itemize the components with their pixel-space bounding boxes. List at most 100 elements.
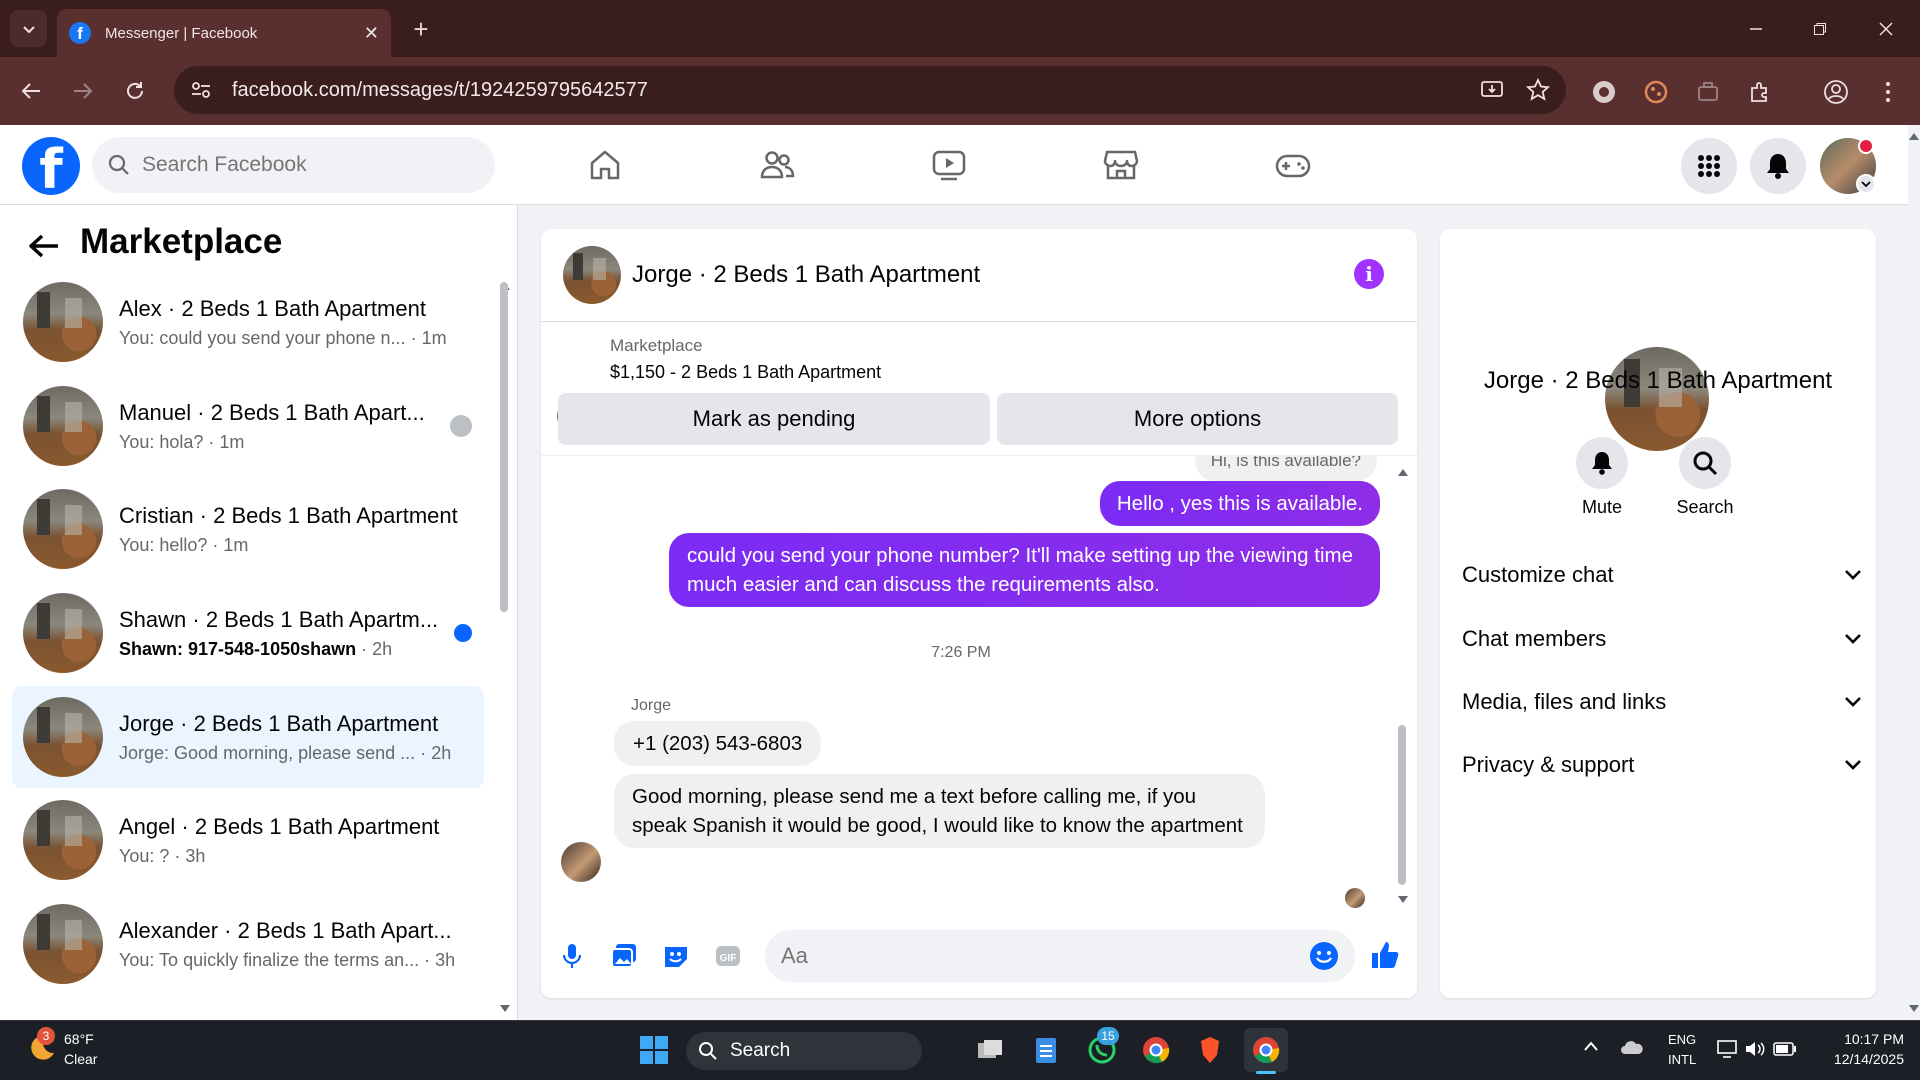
conversation-preview: You: ? · 3h [119, 845, 206, 866]
chat-scroll-down-icon[interactable] [1397, 895, 1409, 905]
conversation-item[interactable]: Cristian · 2 Beds 1 Bath Apartment You: h… [12, 478, 484, 580]
conversation-item[interactable]: Shawn · 2 Beds 1 Bath Apartm... Shawn: 91… [12, 582, 484, 684]
clock-time[interactable]: 10:17 PM [1822, 1031, 1904, 1047]
sticker-icon[interactable] [660, 940, 692, 972]
chat-avatar[interactable] [563, 246, 621, 304]
chat-details-panel [1440, 229, 1876, 998]
chat-scrollbar[interactable] [1398, 725, 1406, 885]
message-composer[interactable] [765, 930, 1355, 982]
conversation-preview: You: To quickly finalize the terms an...… [119, 949, 456, 970]
nav-gaming[interactable] [1233, 142, 1353, 188]
minimize-button[interactable] [1736, 14, 1776, 44]
gif-icon[interactable]: GIF [712, 940, 744, 972]
weather-temp[interactable]: 68°F [64, 1031, 94, 1047]
microphone-icon[interactable] [556, 940, 588, 972]
conversation-item[interactable]: Alexander · 2 Beds 1 Bath Apart... You: T… [12, 893, 484, 995]
thumbs-up-icon[interactable] [1367, 937, 1403, 973]
page-scrollbar[interactable] [1908, 125, 1920, 1020]
details-avatar[interactable] [1605, 347, 1709, 451]
facebook-search-bar[interactable] [92, 137, 495, 193]
outgoing-message[interactable]: Hello , yes this is available. [1099, 481, 1380, 526]
chat-title[interactable]: Jorge · 2 Beds 1 Bath Apartment [632, 261, 980, 289]
account-chevron-icon[interactable] [1856, 174, 1876, 194]
nav-friends[interactable] [717, 142, 837, 188]
mute-button[interactable] [1576, 437, 1628, 489]
preview-text: You: could you send your phone n... [119, 327, 406, 348]
incoming-message[interactable]: +1 (203) 543-6803 [614, 721, 822, 766]
scroll-down-arrow-icon[interactable] [499, 1004, 511, 1014]
extension-record-icon[interactable] [1588, 76, 1620, 108]
conversation-item[interactable]: Manuel · 2 Beds 1 Bath Apart... You: hola… [12, 375, 484, 477]
conversation-item[interactable]: Alex · 2 Beds 1 Bath Apartment You: could… [12, 271, 484, 373]
nav-marketplace[interactable] [1061, 142, 1181, 188]
browser-menu-icon[interactable] [1872, 76, 1904, 108]
network-icon[interactable] [1717, 1040, 1739, 1058]
facebook-search-input[interactable] [142, 153, 462, 177]
chrome-icon[interactable] [1134, 1028, 1178, 1072]
address-bar[interactable]: facebook.com/messages/t/1924259795642577 [174, 66, 1566, 114]
taskbar-search-label: Search [730, 1040, 791, 1061]
browser-tab[interactable]: f Messenger | Facebook ✕ [57, 9, 391, 57]
preview-time: 1m [421, 327, 447, 348]
extension-cookie-icon[interactable] [1640, 76, 1672, 108]
extension-briefcase-icon[interactable] [1692, 76, 1724, 108]
message-timestamp: 7:26 PM [931, 644, 991, 661]
close-window-button[interactable] [1866, 14, 1906, 44]
facebook-logo-icon[interactable]: f [22, 137, 80, 195]
conversation-list-scrollbar[interactable] [500, 282, 508, 612]
tray-chevron-up-icon[interactable] [1583, 1040, 1599, 1052]
brave-icon[interactable] [1188, 1028, 1232, 1072]
tab-close-icon[interactable]: ✕ [364, 23, 379, 44]
message-input[interactable] [781, 943, 1309, 969]
details-section[interactable]: Privacy & support [1462, 743, 1862, 787]
battery-icon[interactable] [1773, 1042, 1797, 1056]
section-label: Media, files and links [1462, 689, 1667, 714]
start-button[interactable] [632, 1028, 676, 1072]
listing-title[interactable]: $1,150 - 2 Beds 1 Bath Apartment [610, 362, 881, 383]
mark-as-pending-button[interactable]: Mark as pending [558, 393, 990, 445]
tab-search-button[interactable] [10, 10, 47, 47]
volume-icon[interactable] [1744, 1040, 1766, 1058]
menu-button[interactable] [1681, 138, 1737, 194]
new-tab-button[interactable]: + [404, 10, 438, 48]
conversation-item[interactable]: Angel · 2 Beds 1 Bath Apartment You: ? · … [12, 789, 484, 891]
reload-button[interactable] [116, 72, 154, 110]
page-scroll-down-icon[interactable] [1908, 1004, 1920, 1014]
details-section[interactable]: Chat members [1462, 617, 1862, 661]
search-label: Search [1676, 497, 1734, 517]
details-section[interactable]: Media, files and links [1462, 680, 1862, 724]
panel-title: Marketplace [80, 222, 283, 261]
conversation-preview: Jorge: Good morning, please send ... · 2… [119, 742, 452, 763]
back-arrow-icon[interactable] [28, 232, 60, 260]
weather-desc[interactable]: Clear [64, 1051, 97, 1067]
task-view-icon[interactable] [968, 1028, 1012, 1072]
chrome-profile-icon[interactable] [1244, 1028, 1288, 1072]
forward-button[interactable] [64, 72, 102, 110]
info-icon[interactable]: i [1354, 259, 1384, 289]
notepad-icon[interactable] [1024, 1028, 1068, 1072]
photo-icon[interactable] [608, 940, 640, 972]
search-in-chat-button[interactable] [1679, 437, 1731, 489]
onedrive-icon[interactable] [1620, 1038, 1644, 1056]
url-text[interactable]: facebook.com/messages/t/1924259795642577 [232, 79, 1480, 102]
more-options-button[interactable]: More options [997, 393, 1398, 445]
back-button[interactable] [12, 72, 50, 110]
profile-icon[interactable] [1820, 76, 1852, 108]
chat-scroll-up-icon[interactable] [1397, 467, 1409, 477]
language-indicator[interactable]: ENG [1668, 1032, 1696, 1047]
restore-button[interactable] [1800, 14, 1840, 44]
incoming-message[interactable]: Good morning, please send me a text befo… [614, 774, 1265, 848]
taskbar-search[interactable]: Search [686, 1032, 922, 1070]
notifications-button[interactable] [1750, 138, 1806, 194]
keyboard-layout-indicator[interactable]: INTL [1668, 1052, 1696, 1067]
message-thread[interactable]: Hi, is this available? Hello , yes this … [541, 455, 1417, 910]
whatsapp-badge: 15 [1097, 1027, 1119, 1045]
nav-watch[interactable] [889, 142, 1009, 188]
sender-avatar[interactable] [561, 842, 601, 882]
details-section[interactable]: Customize chat [1462, 553, 1862, 597]
nav-home[interactable] [545, 142, 665, 188]
extensions-puzzle-icon[interactable] [1744, 76, 1776, 108]
conversation-item[interactable]: Jorge · 2 Beds 1 Bath Apartment Jorge: Go… [12, 686, 484, 788]
outgoing-message[interactable]: could you send your phone number? It'll … [669, 533, 1380, 607]
clock-date[interactable]: 12/14/2025 [1812, 1051, 1904, 1067]
